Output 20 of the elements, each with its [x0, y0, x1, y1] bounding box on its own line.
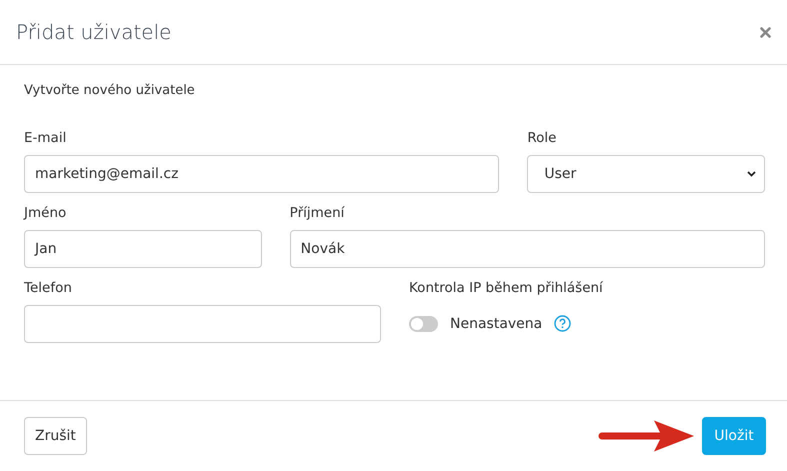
- field-label: Role: [527, 130, 558, 146]
- arrow-icon: [596, 418, 696, 454]
- field-label: Příjmení: [290, 205, 346, 221]
- help-icon[interactable]: [554, 315, 572, 332]
- close-icon[interactable]: [760, 26, 771, 38]
- last-name-field[interactable]: Novák: [290, 230, 765, 268]
- field-label: Kontrola IP během přihlášení: [409, 280, 604, 296]
- dialog-subtitle: Vytvořte nového uživatele: [24, 83, 196, 98]
- role-select[interactable]: User: [527, 155, 765, 193]
- toggle-status: Nenastavena: [450, 316, 542, 332]
- field-label: Jméno: [24, 205, 68, 221]
- dialog-title: Přidat uživatele: [16, 20, 172, 44]
- cancel-button[interactable]: Zrušit: [24, 417, 87, 455]
- field-label: E-mail: [24, 130, 68, 146]
- first-name-field[interactable]: Jan: [24, 230, 262, 268]
- email-field[interactable]: marketing@email.cz: [24, 155, 500, 193]
- phone-field[interactable]: [24, 305, 381, 343]
- toggle-switch[interactable]: [409, 316, 438, 332]
- chevron-down-icon: [747, 171, 756, 177]
- field-label: Telefon: [24, 280, 73, 296]
